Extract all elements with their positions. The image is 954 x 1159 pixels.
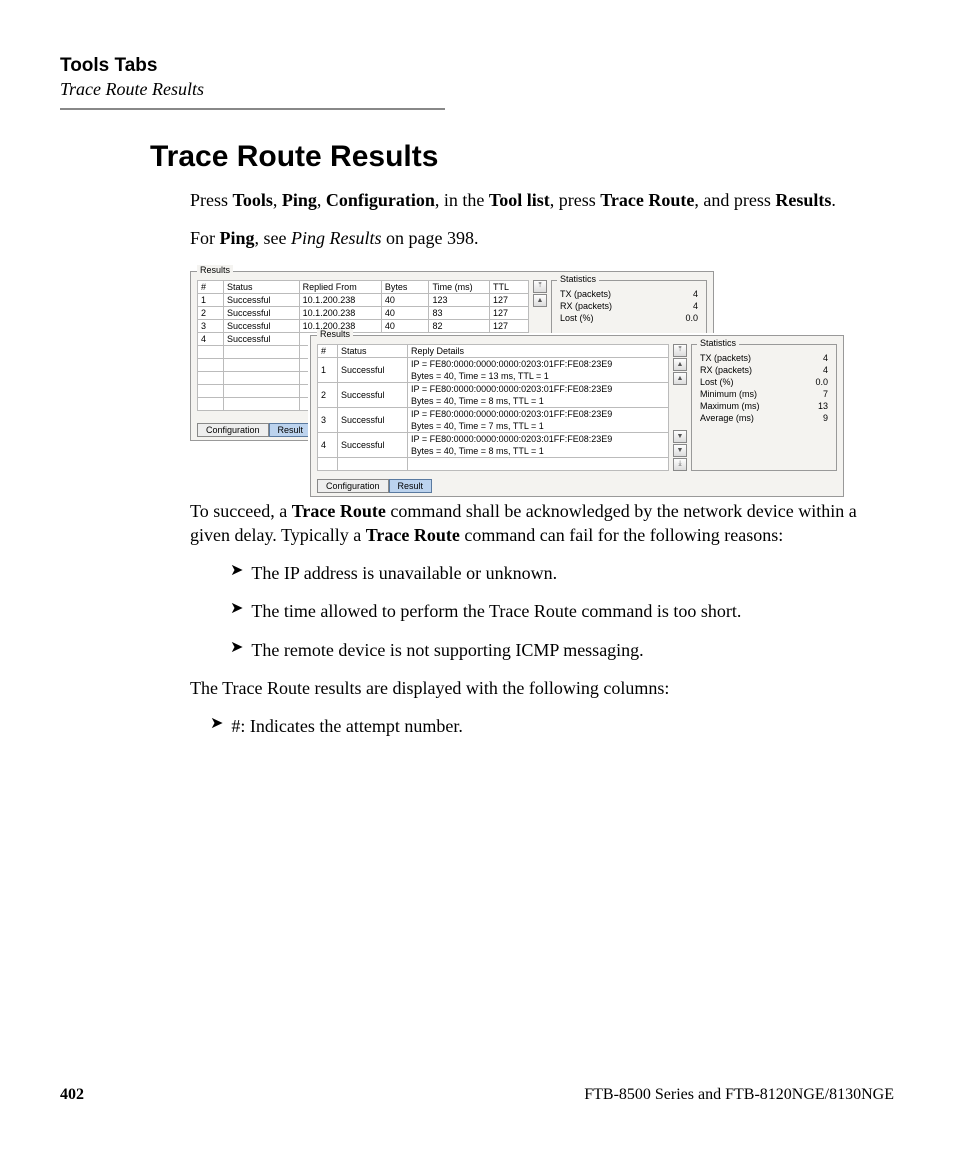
bullet-icon: ➤ xyxy=(210,714,223,735)
header-subsection: Trace Route Results xyxy=(60,79,894,100)
stat-row: Maximum (ms)13 xyxy=(694,400,834,412)
scroll-down-icon[interactable]: ▼ xyxy=(673,430,687,443)
statistics-label: Statistics xyxy=(557,274,599,284)
header-rule xyxy=(60,108,445,110)
list-item: ➤ The time allowed to perform the Trace … xyxy=(230,599,870,623)
table-row: 1Successful10.1.200.23840123127 xyxy=(198,293,529,306)
list-item: ➤ The IP address is unavailable or unkno… xyxy=(230,561,870,585)
scroll-top-icon[interactable]: ⤒ xyxy=(673,344,687,357)
failure-reasons-list: ➤ The IP address is unavailable or unkno… xyxy=(230,561,870,662)
bullet-icon: ➤ xyxy=(230,561,243,582)
columns-list: ➤ #: Indicates the attempt number. xyxy=(210,714,850,738)
tab-configuration[interactable]: Configuration xyxy=(197,423,269,437)
panel-group-label: Results xyxy=(197,265,233,275)
header-section: Tools Tabs xyxy=(60,55,894,77)
statistics-label: Statistics xyxy=(697,338,739,348)
columns-intro: The Trace Route results are displayed wi… xyxy=(190,676,890,700)
stat-row: Average (ms)9 xyxy=(694,412,834,424)
scroll-pagedown-icon[interactable]: ▼ xyxy=(673,444,687,457)
intro-paragraph-1: Press Tools, Ping, Configuration, in the… xyxy=(190,188,890,212)
table-row: 3Successful IP = FE80:0000:0000:0000:020… xyxy=(318,407,669,420)
panel-group-label: Results xyxy=(317,329,353,339)
stat-row: TX (packets)4 xyxy=(694,352,834,364)
results-panel-ipv6: Results #StatusReply Details 1Successful… xyxy=(310,335,844,497)
page-footer: 402 FTB-8500 Series and FTB-8120NGE/8130… xyxy=(60,1086,894,1104)
stat-row: RX (packets)4 xyxy=(694,364,834,376)
explain-paragraph: To succeed, a Trace Route command shall … xyxy=(190,499,890,548)
panel-tabs: Configuration Result xyxy=(197,423,312,437)
table-row: 3Successful10.1.200.2384082127 xyxy=(198,319,529,332)
results-table-ipv6: #StatusReply Details 1Successful IP = FE… xyxy=(317,344,669,471)
footer-doc-title: FTB-8500 Series and FTB-8120NGE/8130NGE xyxy=(584,1086,894,1104)
table-header-row: #StatusReply Details xyxy=(318,344,669,357)
table-row xyxy=(318,457,669,470)
tab-result[interactable]: Result xyxy=(269,423,313,437)
page-title: Trace Route Results xyxy=(150,140,894,174)
statistics-box: Statistics TX (packets)4 RX (packets)4 L… xyxy=(691,344,837,471)
stat-row: TX (packets)4 xyxy=(554,288,704,300)
bullet-icon: ➤ xyxy=(230,599,243,620)
screenshot-figure: Results #StatusReplied FromBytesTime (ms… xyxy=(190,265,894,485)
tab-result[interactable]: Result xyxy=(389,479,433,493)
scrollbar[interactable]: ⤒ ▲ ▲ ▼ ▼ ⤓ xyxy=(673,344,687,471)
list-item: ➤ The remote device is not supporting IC… xyxy=(230,638,870,662)
page-number: 402 xyxy=(60,1086,84,1104)
table-row: 2Successful IP = FE80:0000:0000:0000:020… xyxy=(318,382,669,395)
list-item: ➤ #: Indicates the attempt number. xyxy=(210,714,850,738)
panel-tabs: Configuration Result xyxy=(317,479,432,493)
scroll-up-icon[interactable]: ▲ xyxy=(673,372,687,385)
table-row: 2Successful10.1.200.2384083127 xyxy=(198,306,529,319)
scroll-up-icon[interactable]: ▲ xyxy=(533,294,547,307)
intro-paragraph-2: For Ping, see Ping Results on page 398. xyxy=(190,226,890,250)
table-row: 1Successful IP = FE80:0000:0000:0000:020… xyxy=(318,357,669,370)
tab-configuration[interactable]: Configuration xyxy=(317,479,389,493)
scroll-pageup-icon[interactable]: ▲ xyxy=(673,358,687,371)
table-header-row: #StatusReplied FromBytesTime (ms)TTL xyxy=(198,280,529,293)
scroll-bottom-icon[interactable]: ⤓ xyxy=(673,458,687,471)
bullet-icon: ➤ xyxy=(230,638,243,659)
scroll-top-icon[interactable]: ⤒ xyxy=(533,280,547,293)
stat-row: Lost (%)0.0 xyxy=(694,376,834,388)
stat-row: Minimum (ms)7 xyxy=(694,388,834,400)
table-row: 4Successful IP = FE80:0000:0000:0000:020… xyxy=(318,432,669,445)
stat-row: RX (packets)4 xyxy=(554,300,704,312)
stat-row: Lost (%)0.0 xyxy=(554,312,704,324)
